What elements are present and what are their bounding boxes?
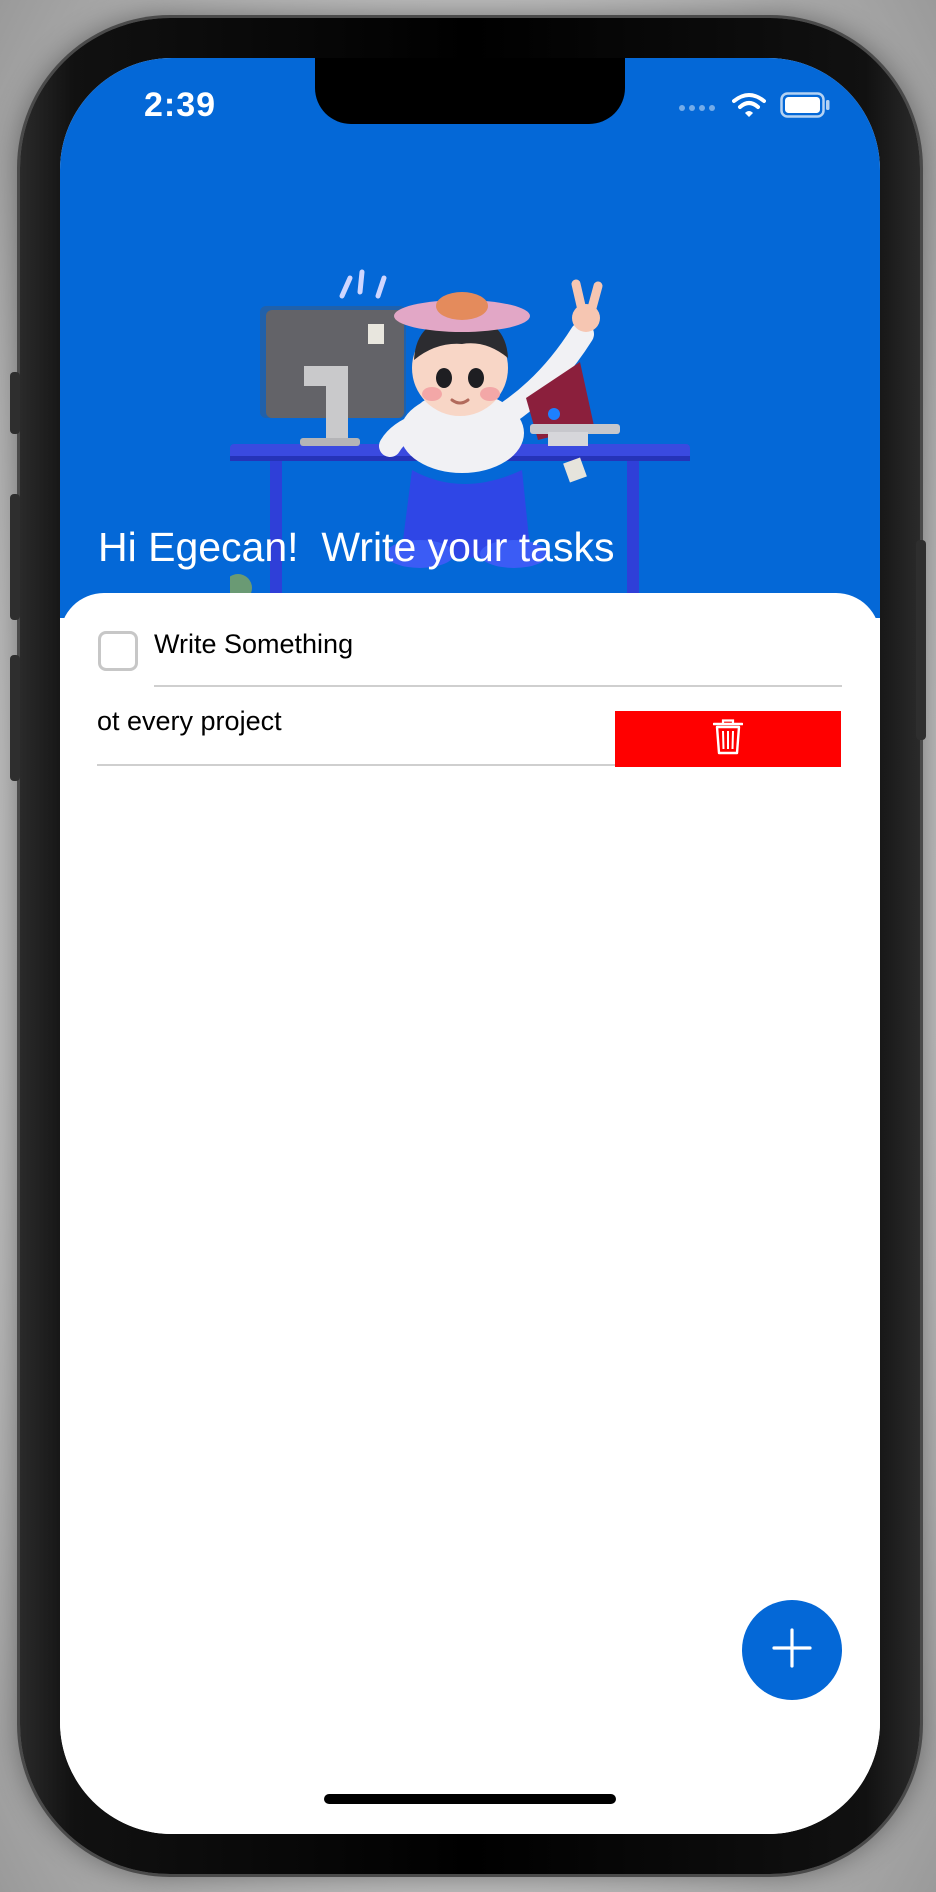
notch — [315, 58, 625, 124]
app-screen: 2:39 Hi Egecan! Write your tasks Write S… — [60, 58, 880, 1834]
trash-icon — [712, 718, 744, 760]
header: 2:39 Hi Egecan! Write your tasks — [60, 58, 880, 618]
task-row-swiped[interactable]: ot every project — [60, 593, 880, 773]
power-button — [916, 540, 926, 740]
home-indicator[interactable] — [324, 1794, 616, 1804]
volume-down-button — [10, 655, 20, 781]
mute-switch — [10, 372, 20, 434]
greeting-title: Hi Egecan! Write your tasks — [98, 524, 615, 570]
battery-icon — [780, 92, 830, 123]
status-time: 2:39 — [144, 86, 217, 124]
add-task-button[interactable] — [742, 1600, 842, 1700]
task-label: ot every project — [97, 706, 282, 736]
volume-up-button — [10, 494, 20, 620]
delete-task-button[interactable] — [615, 711, 841, 767]
plus-icon — [772, 1627, 812, 1673]
wifi-icon — [732, 92, 766, 123]
task-divider — [97, 764, 615, 766]
cellular-dots-icon — [678, 99, 718, 117]
status-icons — [678, 92, 830, 123]
